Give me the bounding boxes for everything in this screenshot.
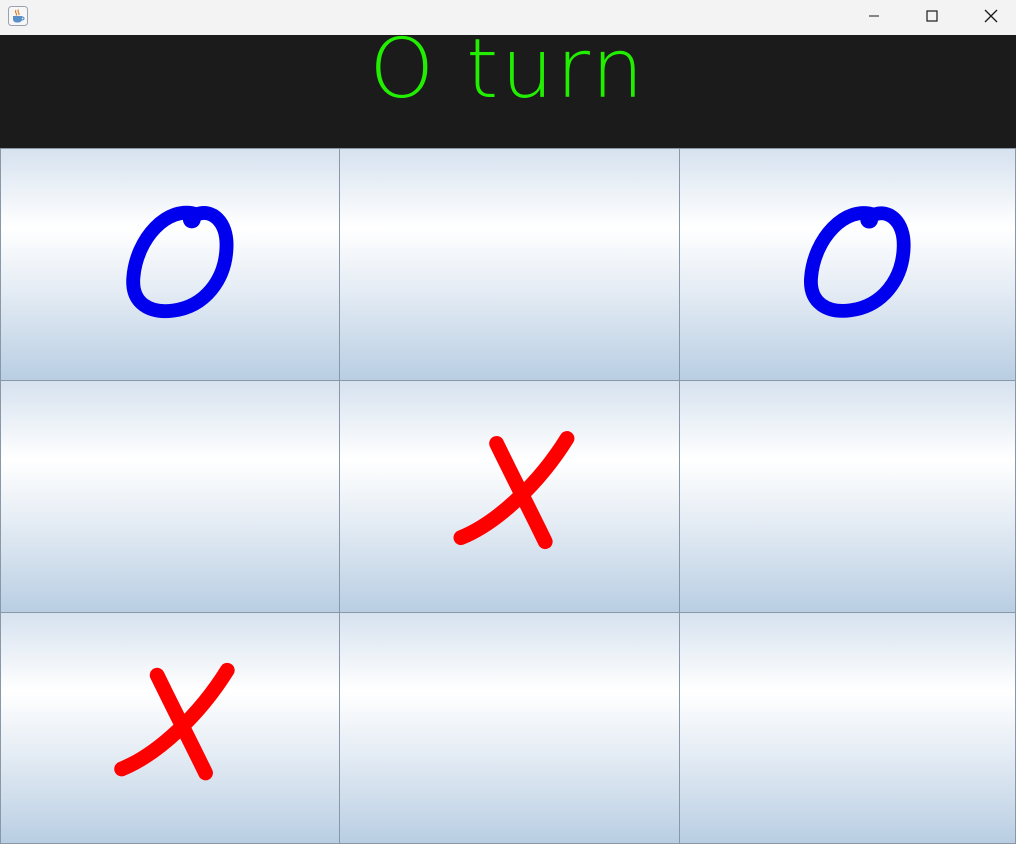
turn-label: O turn <box>369 35 647 117</box>
board-cell-r2-c2[interactable] <box>679 612 1016 844</box>
board-cell-r0-c0[interactable] <box>0 148 340 381</box>
x-mark <box>114 662 235 781</box>
board-cell-r2-c0[interactable] <box>0 612 340 844</box>
board-cell-r1-c2[interactable] <box>679 380 1016 613</box>
minimize-button[interactable] <box>845 0 903 32</box>
board-cell-r0-c1[interactable] <box>339 148 680 381</box>
maximize-icon <box>926 10 938 22</box>
close-button[interactable] <box>962 0 1016 32</box>
o-mark <box>804 206 911 318</box>
board-cell-r2-c1[interactable] <box>339 612 680 844</box>
o-mark <box>126 205 234 319</box>
board-cell-r1-c0[interactable] <box>0 380 340 613</box>
minimize-icon <box>868 10 880 22</box>
java-cup-icon <box>8 6 28 26</box>
x-mark <box>453 431 575 550</box>
board-cell-r1-c1[interactable] <box>339 380 680 613</box>
title-bar[interactable] <box>0 0 1016 35</box>
maximize-button[interactable] <box>903 0 961 32</box>
turn-header: O turn <box>0 35 1016 148</box>
close-icon <box>984 9 998 23</box>
game-window: O turn <box>0 0 1016 844</box>
game-board <box>0 148 1016 844</box>
board-cell-r0-c2[interactable] <box>679 148 1016 381</box>
